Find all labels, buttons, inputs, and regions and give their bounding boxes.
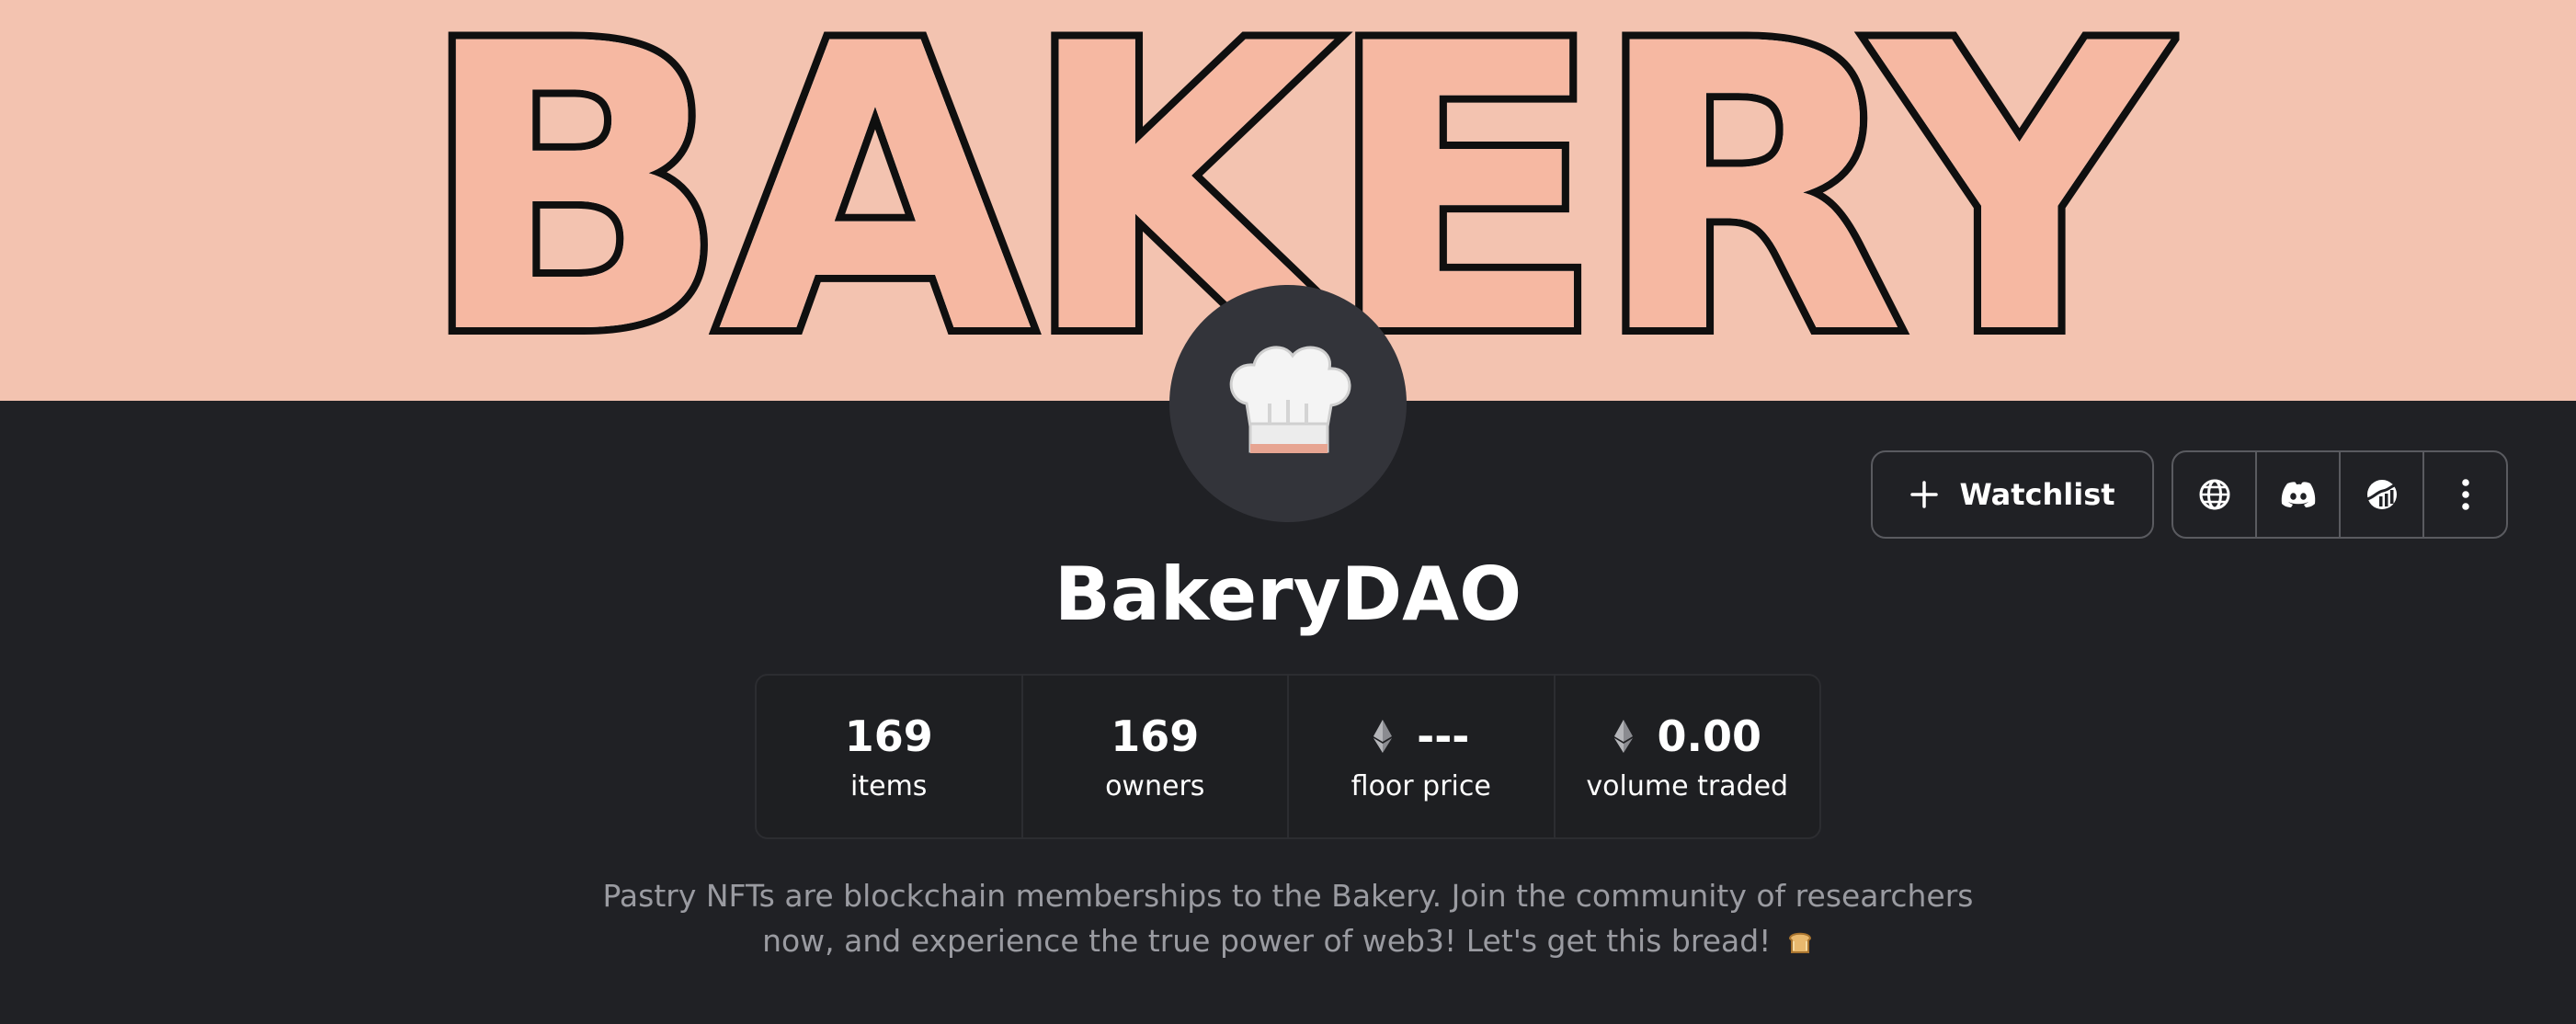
analytics-button[interactable] (2341, 452, 2424, 537)
watchlist-button[interactable]: Watchlist (1871, 450, 2154, 539)
plus-icon (1910, 481, 1939, 508)
collection-description: Pastry NFTs are blockchain memberships t… (570, 873, 2006, 963)
stat-value-row: 0.00 (1613, 711, 1762, 761)
bread-icon (1788, 932, 1811, 953)
stat-floor-price: --- floor price (1289, 676, 1556, 837)
ethereum-icon (1613, 719, 1633, 753)
discord-button[interactable] (2257, 452, 2341, 537)
stat-owners: 169 owners (1023, 676, 1289, 837)
stat-value: --- (1417, 711, 1470, 761)
collection-stats: 169 items 169 owners --- floor price 0.0… (755, 674, 1821, 839)
more-vertical-icon (2461, 479, 2469, 510)
website-button[interactable] (2173, 452, 2257, 537)
stat-value: 0.00 (1657, 711, 1762, 761)
collection-page: BAKERY Watchlist BakeryDAO 169 items 169… (0, 0, 2576, 1024)
stat-value: 169 (844, 711, 933, 761)
stat-label: owners (1105, 769, 1205, 802)
stat-value: 169 (1111, 711, 1200, 761)
chart-icon (2366, 480, 2397, 509)
social-links-group (2171, 450, 2508, 539)
stat-label: floor price (1351, 769, 1491, 802)
watchlist-label: Watchlist (1959, 477, 2115, 512)
collection-title: BakeryDAO (1054, 552, 1522, 637)
chef-hat-icon (1229, 346, 1351, 453)
ethereum-icon (1373, 719, 1393, 753)
discord-icon (2281, 482, 2315, 507)
description-line-1: Pastry NFTs are blockchain memberships t… (602, 878, 1974, 914)
stat-volume-traded: 0.00 volume traded (1556, 676, 1820, 837)
stat-label: items (850, 769, 928, 802)
stat-label: volume traded (1586, 769, 1789, 802)
stat-value-row: --- (1373, 711, 1469, 761)
description-line-2: now, and experience the true power of we… (762, 923, 1772, 959)
globe-icon (2199, 479, 2229, 510)
collection-avatar[interactable] (1169, 285, 1407, 522)
description-line-2-row: now, and experience the true power of we… (570, 918, 2006, 963)
stat-items: 169 items (757, 676, 1023, 837)
more-options-button[interactable] (2424, 452, 2506, 537)
